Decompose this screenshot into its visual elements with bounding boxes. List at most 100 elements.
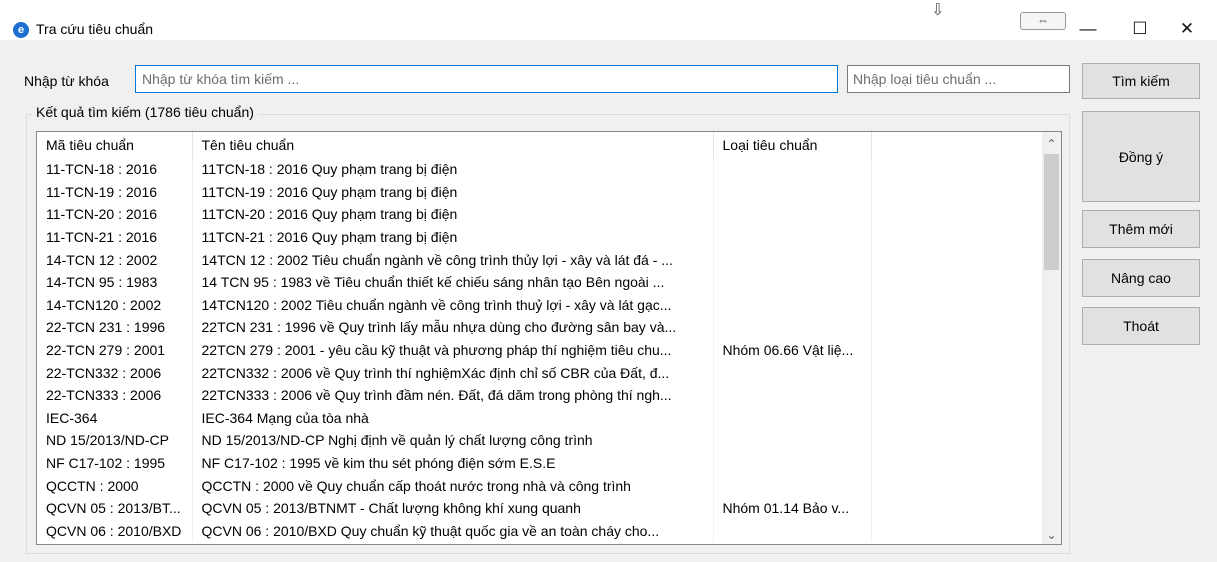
cell-extra xyxy=(871,158,1042,181)
close-button[interactable]: ✕ xyxy=(1164,14,1210,44)
cell-code: IEC-364 xyxy=(37,406,193,430)
search-button[interactable]: Tìm kiếm xyxy=(1082,63,1200,99)
cell-name: 22TCN333 : 2006 về Quy trình đầm nén. Đấ… xyxy=(192,383,714,407)
table-row[interactable]: 14-TCN120 : 2002 14TCN120 : 2002 Tiêu chu… xyxy=(37,293,1042,317)
cell-name: NF C17-102 : 1995 về kim thu sét phóng đ… xyxy=(192,451,714,475)
cell-type xyxy=(713,158,872,181)
add-new-button[interactable]: Thêm mới xyxy=(1082,210,1200,248)
cell-name: 14TCN120 : 2002 Tiêu chuẩn ngành về công… xyxy=(192,293,714,317)
cell-name: 11TCN-19 : 2016 Quy phạm trang bị điện xyxy=(192,180,714,204)
table-row[interactable]: 22-TCN333 : 2006 22TCN333 : 2006 về Quy t… xyxy=(37,383,1042,407)
scroll-down-arrow-icon[interactable]: ⌄ xyxy=(1042,526,1061,544)
results-group-title: Kết quả tìm kiếm (1786 tiêu chuẩn) xyxy=(32,104,258,120)
cell-type xyxy=(713,361,872,384)
table-row[interactable]: QCVN 06 : 2010/BXD QCVN 06 : 2010/BXD Quy… xyxy=(37,519,1042,543)
table-row[interactable]: 11-TCN-21 : 2016 11TCN-21 : 2016 Quy phạm… xyxy=(37,225,1042,249)
cell-code: QCVN 06 : 2010/BXD xyxy=(37,519,193,543)
cell-extra xyxy=(871,497,1042,520)
table-row[interactable]: 11-TCN-19 : 2016 11TCN-19 : 2016 Quy phạm… xyxy=(37,180,1042,204)
cell-type xyxy=(713,293,872,317)
scroll-up-arrow-icon[interactable]: ⌃ xyxy=(1042,135,1061,153)
table-row[interactable]: 11-TCN-20 : 2016 11TCN-20 : 2016 Quy phạm… xyxy=(37,203,1042,226)
cell-code: QCCTN : 2000 xyxy=(37,474,193,497)
column-header-name[interactable]: Tên tiêu chuẩn xyxy=(192,132,714,158)
cell-extra xyxy=(871,248,1042,271)
cell-extra xyxy=(871,407,1042,430)
cell-extra xyxy=(871,429,1042,452)
cell-type xyxy=(713,225,872,249)
cell-extra xyxy=(871,316,1042,339)
table-row[interactable]: 22-TCN 231 : 1996 22TCN 231 : 1996 về Quy… xyxy=(37,316,1042,339)
keyword-search-input[interactable] xyxy=(135,65,838,93)
cell-extra xyxy=(871,339,1042,362)
app-logo-icon: e xyxy=(13,22,29,38)
cell-name: 11TCN-20 : 2016 Quy phạm trang bị điện xyxy=(192,203,714,226)
cell-code: 11-TCN-21 : 2016 xyxy=(37,225,193,249)
cell-type: Nhóm 01.14 Bảo v... xyxy=(713,496,872,520)
table-row[interactable]: 14-TCN 95 : 1983 14 TCN 95 : 1983 về Tiêu… xyxy=(37,270,1042,294)
table-row[interactable]: 14-TCN 12 : 2002 14TCN 12 : 2002 Tiêu chu… xyxy=(37,248,1042,271)
cell-type: Nhóm 06.66 Vật liệ... xyxy=(713,338,872,362)
cell-type xyxy=(713,519,872,543)
minimize-button[interactable]: — xyxy=(1065,14,1111,44)
cell-extra xyxy=(871,203,1042,226)
table-row[interactable]: ND 15/2013/ND-CP ND 15/2013/ND-CP Nghị đị… xyxy=(37,429,1042,452)
cell-code: 22-TCN332 : 2006 xyxy=(37,361,193,384)
cell-code: 22-TCN333 : 2006 xyxy=(37,383,193,407)
maximize-button[interactable]: ☐ xyxy=(1117,14,1163,44)
cell-name: QCVN 05 : 2013/BTNMT - Chất lượng không … xyxy=(192,496,714,520)
title-bar: e Tra cứu tiêu chuẩn ⇩ ⇔ — ☐ ✕ xyxy=(0,0,1217,40)
cell-name: IEC-364 Mạng của tòa nhà xyxy=(192,406,714,430)
cell-name: 11TCN-18 : 2016 Quy phạm trang bị điện xyxy=(192,158,714,181)
cell-code: QCVN 05 : 2013/BT... xyxy=(37,496,193,520)
table-row[interactable]: 11-TCN-18 : 2016 11TCN-18 : 2016 Quy phạm… xyxy=(37,158,1042,181)
ok-button[interactable]: Đồng ý xyxy=(1082,111,1200,202)
cell-extra xyxy=(871,474,1042,497)
cell-name: 22TCN332 : 2006 về Quy trình thí nghiệmX… xyxy=(192,361,714,384)
cell-code: 11-TCN-18 : 2016 xyxy=(37,158,193,181)
scrollbar-thumb[interactable] xyxy=(1044,154,1059,270)
table-row[interactable]: NF C17-102 : 1995 NF C17-102 : 1995 về ki… xyxy=(37,451,1042,475)
cell-type xyxy=(713,180,872,204)
cell-extra xyxy=(871,384,1042,407)
results-table: Mã tiêu chuẩn Tên tiêu chuẩn Loại tiêu c… xyxy=(37,132,1042,543)
cell-name: QCCTN : 2000 về Quy chuẩn cấp thoát nước… xyxy=(192,474,714,497)
cell-name: 14 TCN 95 : 1983 về Tiêu chuẩn thiết kế … xyxy=(192,270,714,294)
cell-extra xyxy=(871,226,1042,249)
table-row[interactable]: QCCTN : 2000 QCCTN : 2000 về Quy chuẩn cấ… xyxy=(37,474,1042,497)
cell-type xyxy=(713,203,872,226)
advanced-button[interactable]: Nâng cao xyxy=(1082,259,1200,297)
column-header-extra[interactable] xyxy=(871,132,1042,158)
cell-code: 22-TCN 279 : 2001 xyxy=(37,338,193,362)
cell-name: 22TCN 231 : 1996 về Quy trình lấy mẫu nh… xyxy=(192,316,714,339)
cell-name: QCVN 06 : 2010/BXD Quy chuẩn kỹ thuật qu… xyxy=(192,519,714,543)
cell-code: 11-TCN-19 : 2016 xyxy=(37,180,193,204)
cell-name: 14TCN 12 : 2002 Tiêu chuẩn ngành về công… xyxy=(192,248,714,271)
table-row[interactable]: 22-TCN332 : 2006 22TCN332 : 2006 về Quy t… xyxy=(37,361,1042,384)
cell-extra xyxy=(871,361,1042,384)
results-list[interactable]: Mã tiêu chuẩn Tên tiêu chuẩn Loại tiêu c… xyxy=(36,131,1062,545)
cell-code: 14-TCN 95 : 1983 xyxy=(37,270,193,294)
standard-type-input[interactable] xyxy=(847,65,1070,93)
cell-code: NF C17-102 : 1995 xyxy=(37,451,193,475)
column-header-type[interactable]: Loại tiêu chuẩn xyxy=(713,132,872,158)
cell-type xyxy=(713,429,872,452)
cell-name: ND 15/2013/ND-CP Nghị định về quản lý ch… xyxy=(192,429,714,452)
cell-extra xyxy=(871,520,1042,543)
table-row[interactable]: QCVN 05 : 2013/BT... QCVN 05 : 2013/BTNMT… xyxy=(37,496,1042,520)
cell-type xyxy=(713,248,872,271)
vertical-scrollbar[interactable]: ⌃ ⌄ xyxy=(1042,132,1061,544)
mouse-cursor-icon: ⇩ xyxy=(931,2,945,19)
keyword-label: Nhập từ khóa xyxy=(24,73,109,89)
cell-code: 14-TCN120 : 2002 xyxy=(37,293,193,317)
cell-code: ND 15/2013/ND-CP xyxy=(37,429,193,452)
cell-code: 22-TCN 231 : 1996 xyxy=(37,316,193,339)
cell-code: 11-TCN-20 : 2016 xyxy=(37,203,193,226)
exit-button[interactable]: Thoát xyxy=(1082,307,1200,345)
table-row[interactable]: 22-TCN 279 : 2001 22TCN 279 : 2001 - yêu … xyxy=(37,338,1042,362)
column-header-code[interactable]: Mã tiêu chuẩn xyxy=(37,132,193,158)
cell-type xyxy=(713,383,872,407)
cell-type xyxy=(713,451,872,475)
cell-type xyxy=(713,474,872,497)
table-row[interactable]: IEC-364 IEC-364 Mạng của tòa nhà xyxy=(37,406,1042,430)
